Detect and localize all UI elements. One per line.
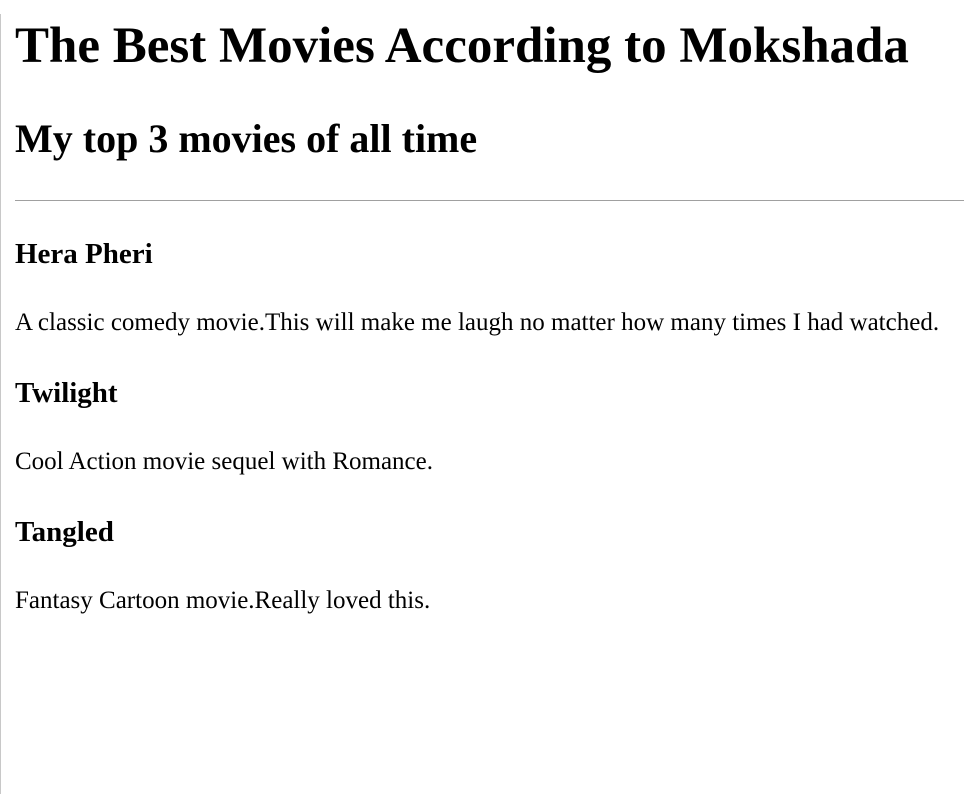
- divider: [15, 200, 964, 201]
- page-content: The Best Movies According to Mokshada My…: [1, 14, 966, 617]
- movie-title: Twilight: [15, 377, 118, 409]
- movie-item-hera-pheri: Hera Pheri A classic comedy movie.This w…: [15, 237, 966, 339]
- movie-title: Hera Pheri: [15, 238, 153, 270]
- movie-item-tangled: Tangled Fantasy Cartoon movie.Really lov…: [15, 515, 966, 617]
- page-title: The Best Movies According to Mokshada: [15, 18, 909, 74]
- movie-title: Tangled: [15, 516, 114, 548]
- movie-description: Fantasy Cartoon movie.Really loved this.: [15, 587, 431, 614]
- page-subtitle: My top 3 movies of all time: [15, 116, 478, 161]
- movie-description: Cool Action movie sequel with Romance.: [15, 448, 433, 475]
- movie-description: A classic comedy movie.This will make me…: [15, 309, 940, 336]
- movie-item-twilight: Twilight Cool Action movie sequel with R…: [15, 376, 966, 478]
